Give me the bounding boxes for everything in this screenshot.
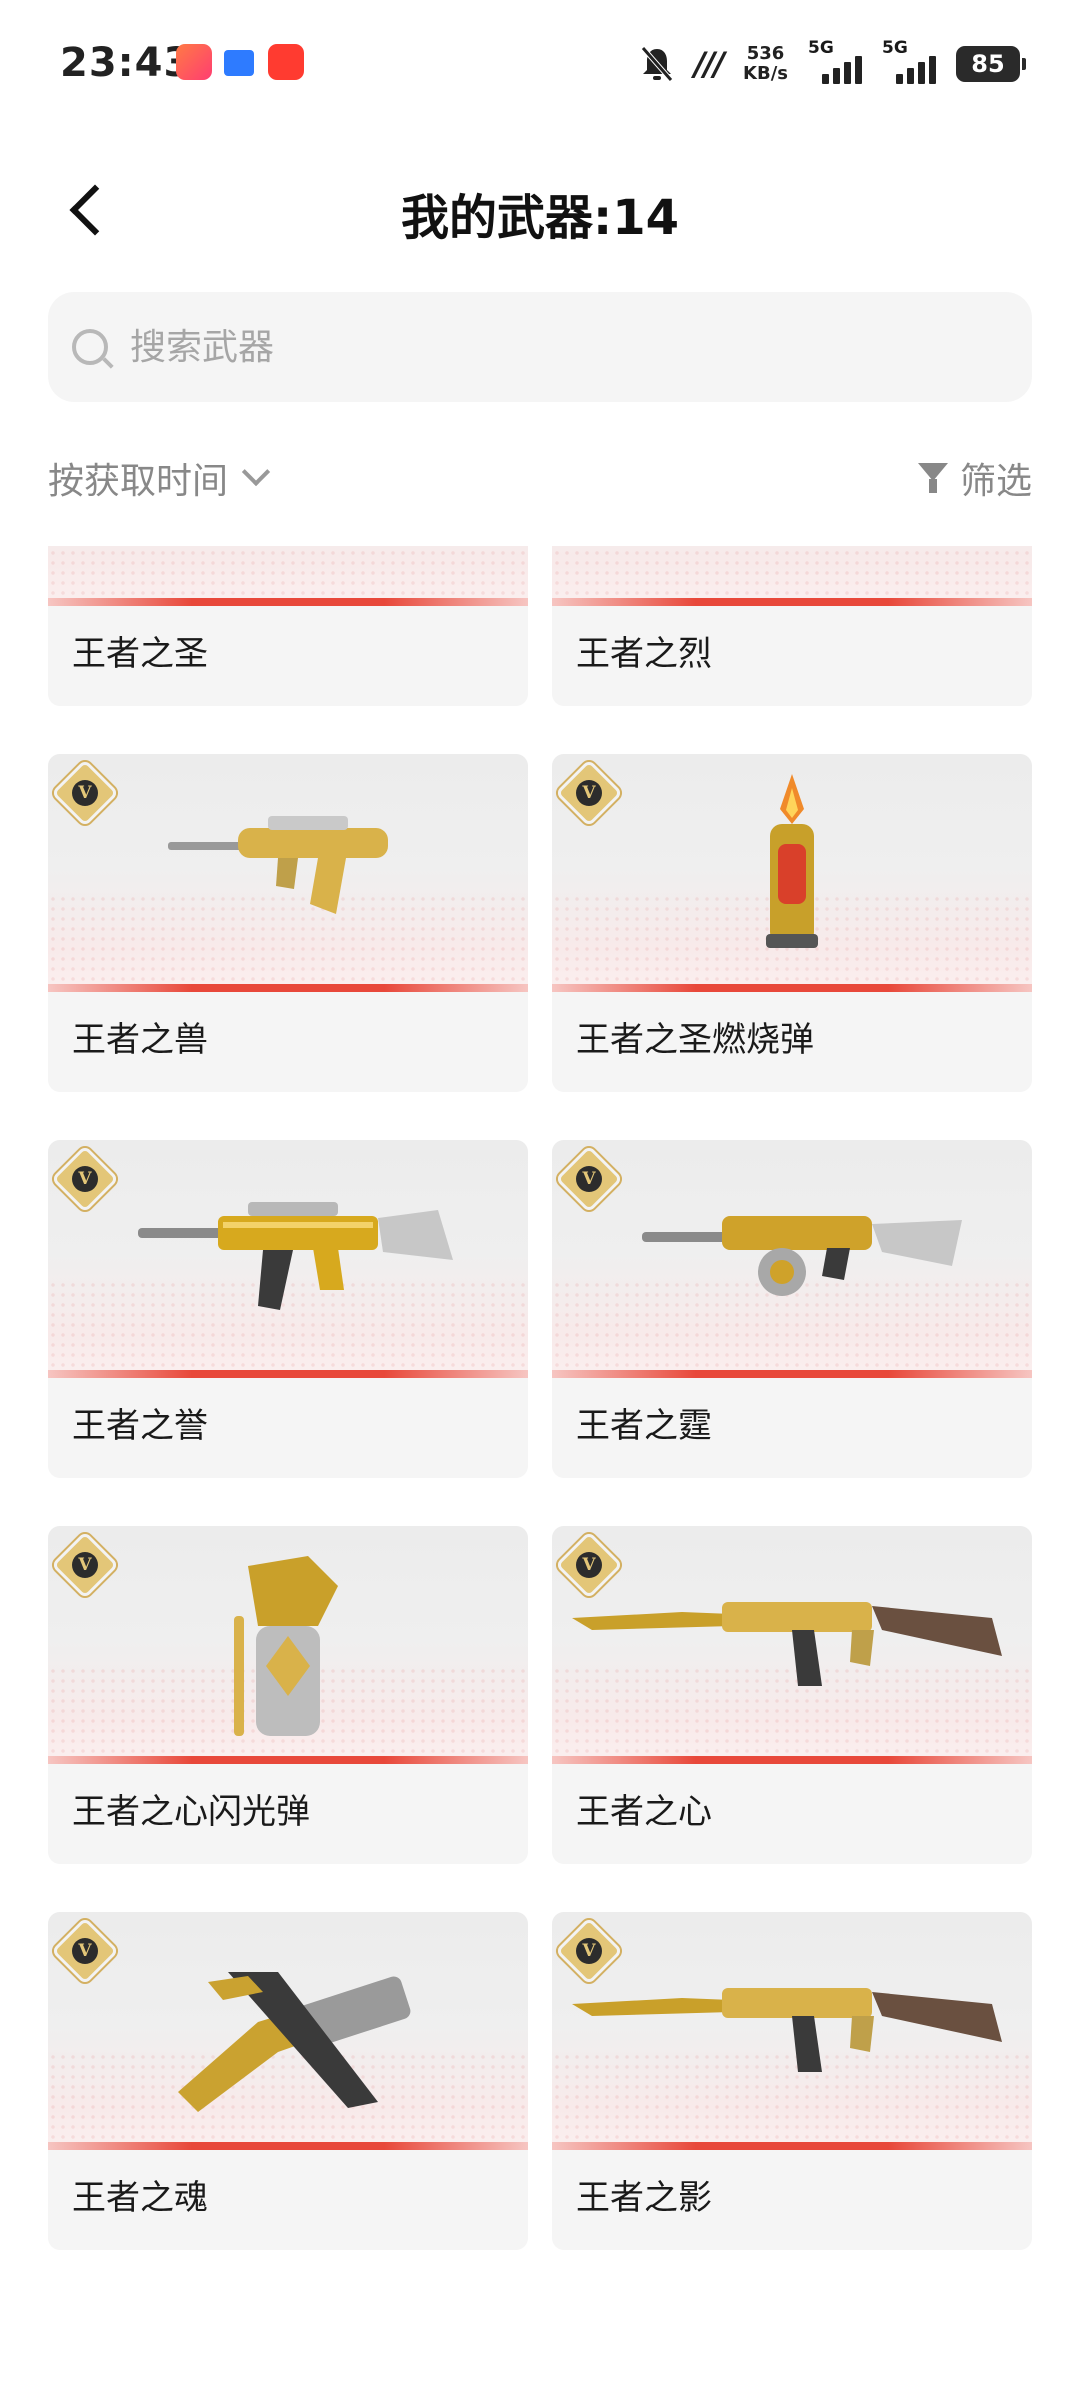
weapon-card-8[interactable]: V 王者之心 (552, 1526, 1032, 1864)
ak-rifle-icon (572, 1602, 1002, 1686)
weapon-name: 王者之心 (576, 1792, 712, 1832)
status-time: 23:43 (60, 40, 193, 86)
rarity-stripe (552, 1370, 1032, 1378)
assault-rifle-icon (138, 1202, 453, 1310)
weapon-name: 王者之心闪光弹 (72, 1792, 310, 1832)
tommy-gun-icon (552, 546, 1032, 598)
page-header: 我的武器:14 (0, 160, 1080, 260)
weapon-name: 王者之誉 (72, 1406, 208, 1446)
filter-icon (917, 461, 952, 495)
sort-filter-row: 按获取时间 筛选 (48, 448, 1032, 508)
incendiary-grenade-icon (766, 774, 818, 948)
rarity-stripe (48, 1370, 528, 1378)
battery-icon: 85 (956, 46, 1026, 82)
rarity-stripe (552, 598, 1032, 606)
network-speed: 536 KB/s (743, 44, 788, 84)
search-input[interactable] (130, 326, 930, 368)
rarity-stripe (48, 984, 528, 992)
weapon-name: 王者之霆 (576, 1406, 712, 1446)
weapon-card-5[interactable]: V 王者之誉 (48, 1140, 528, 1478)
weapon-image: V (48, 754, 528, 992)
assault-rifle-icon (48, 546, 528, 598)
weapon-image: V (552, 1912, 1032, 2150)
weapon-name: 王者之兽 (72, 1020, 208, 1060)
weapon-name: 王者之圣燃烧弹 (576, 1020, 814, 1060)
bullpup-rifle-icon (168, 816, 388, 914)
rarity-stripe (552, 2142, 1032, 2150)
sort-dropdown[interactable]: 按获取时间 (48, 452, 271, 504)
weapon-image: V (552, 1526, 1032, 1764)
ak-rifle-icon (572, 1988, 1002, 2072)
rarity-stripe (552, 1756, 1032, 1764)
weapon-image: V (48, 1912, 528, 2150)
message-app-icon (224, 50, 254, 76)
weapon-grid-viewport[interactable]: V 王者之圣 V 王者之烈 V 王者之兽 V 王者之圣燃烧弹 (0, 546, 1080, 2400)
weapon-image: V (48, 546, 528, 606)
notification-app-icon (176, 44, 212, 80)
rarity-stripe (552, 984, 1032, 992)
weapon-card-2[interactable]: V 王者之烈 (552, 546, 1032, 706)
weapon-image: V (552, 754, 1032, 992)
status-bar: 23:43 /// 536 KB/s 5G 5G 85 (0, 0, 1080, 130)
network-speed-value: 536 (746, 43, 785, 64)
filter-button[interactable]: 筛选 (917, 452, 1032, 504)
weapon-card-10[interactable]: V 王者之影 (552, 1912, 1032, 2250)
network-speed-unit: KB/s (743, 63, 788, 84)
weapon-image: V (48, 1140, 528, 1378)
rarity-stripe (48, 598, 528, 606)
sort-label: 按获取时间 (48, 461, 229, 502)
weapon-name: 王者之魂 (72, 2178, 208, 2218)
sim1-network-type: 5G (808, 38, 834, 58)
page-title: 我的武器:14 (401, 190, 679, 246)
weapon-image: V (552, 546, 1032, 606)
weapon-card-1[interactable]: V 王者之圣 (48, 546, 528, 706)
weapon-card-9[interactable]: V 王者之魂 (48, 1912, 528, 2250)
signal-sim2-icon: 5G (882, 38, 936, 84)
weapon-card-6[interactable]: V 王者之霆 (552, 1140, 1032, 1478)
weapon-name: 王者之影 (576, 2178, 712, 2218)
weapon-image: V (48, 1526, 528, 1764)
weapon-image: V (552, 1140, 1032, 1378)
flash-grenade-icon (234, 1556, 338, 1736)
battery-level: 85 (971, 50, 1005, 78)
weapon-name: 王者之烈 (576, 634, 712, 674)
search-icon (72, 329, 108, 365)
shopping-app-icon (268, 44, 304, 80)
rarity-stripe (48, 1756, 528, 1764)
hd-voice-icon: /// (693, 45, 725, 83)
weapon-card-7[interactable]: V 王者之心闪光弹 (48, 1526, 528, 1864)
weapon-grid: V 王者之圣 V 王者之烈 V 王者之兽 V 王者之圣燃烧弹 (48, 546, 1032, 2250)
pistol-icon (178, 1972, 411, 2112)
weapon-card-3[interactable]: V 王者之兽 (48, 754, 528, 1092)
chevron-down-icon (241, 457, 271, 487)
weapon-name: 王者之圣 (72, 634, 208, 674)
sim2-network-type: 5G (882, 38, 908, 58)
rarity-stripe (48, 2142, 528, 2150)
filter-label: 筛选 (959, 461, 1032, 502)
mute-bell-icon (640, 45, 674, 83)
search-bar[interactable] (48, 292, 1032, 402)
drum-shotgun-icon (642, 1216, 962, 1296)
signal-sim1-icon: 5G (808, 38, 862, 84)
weapon-card-4[interactable]: V 王者之圣燃烧弹 (552, 754, 1032, 1092)
